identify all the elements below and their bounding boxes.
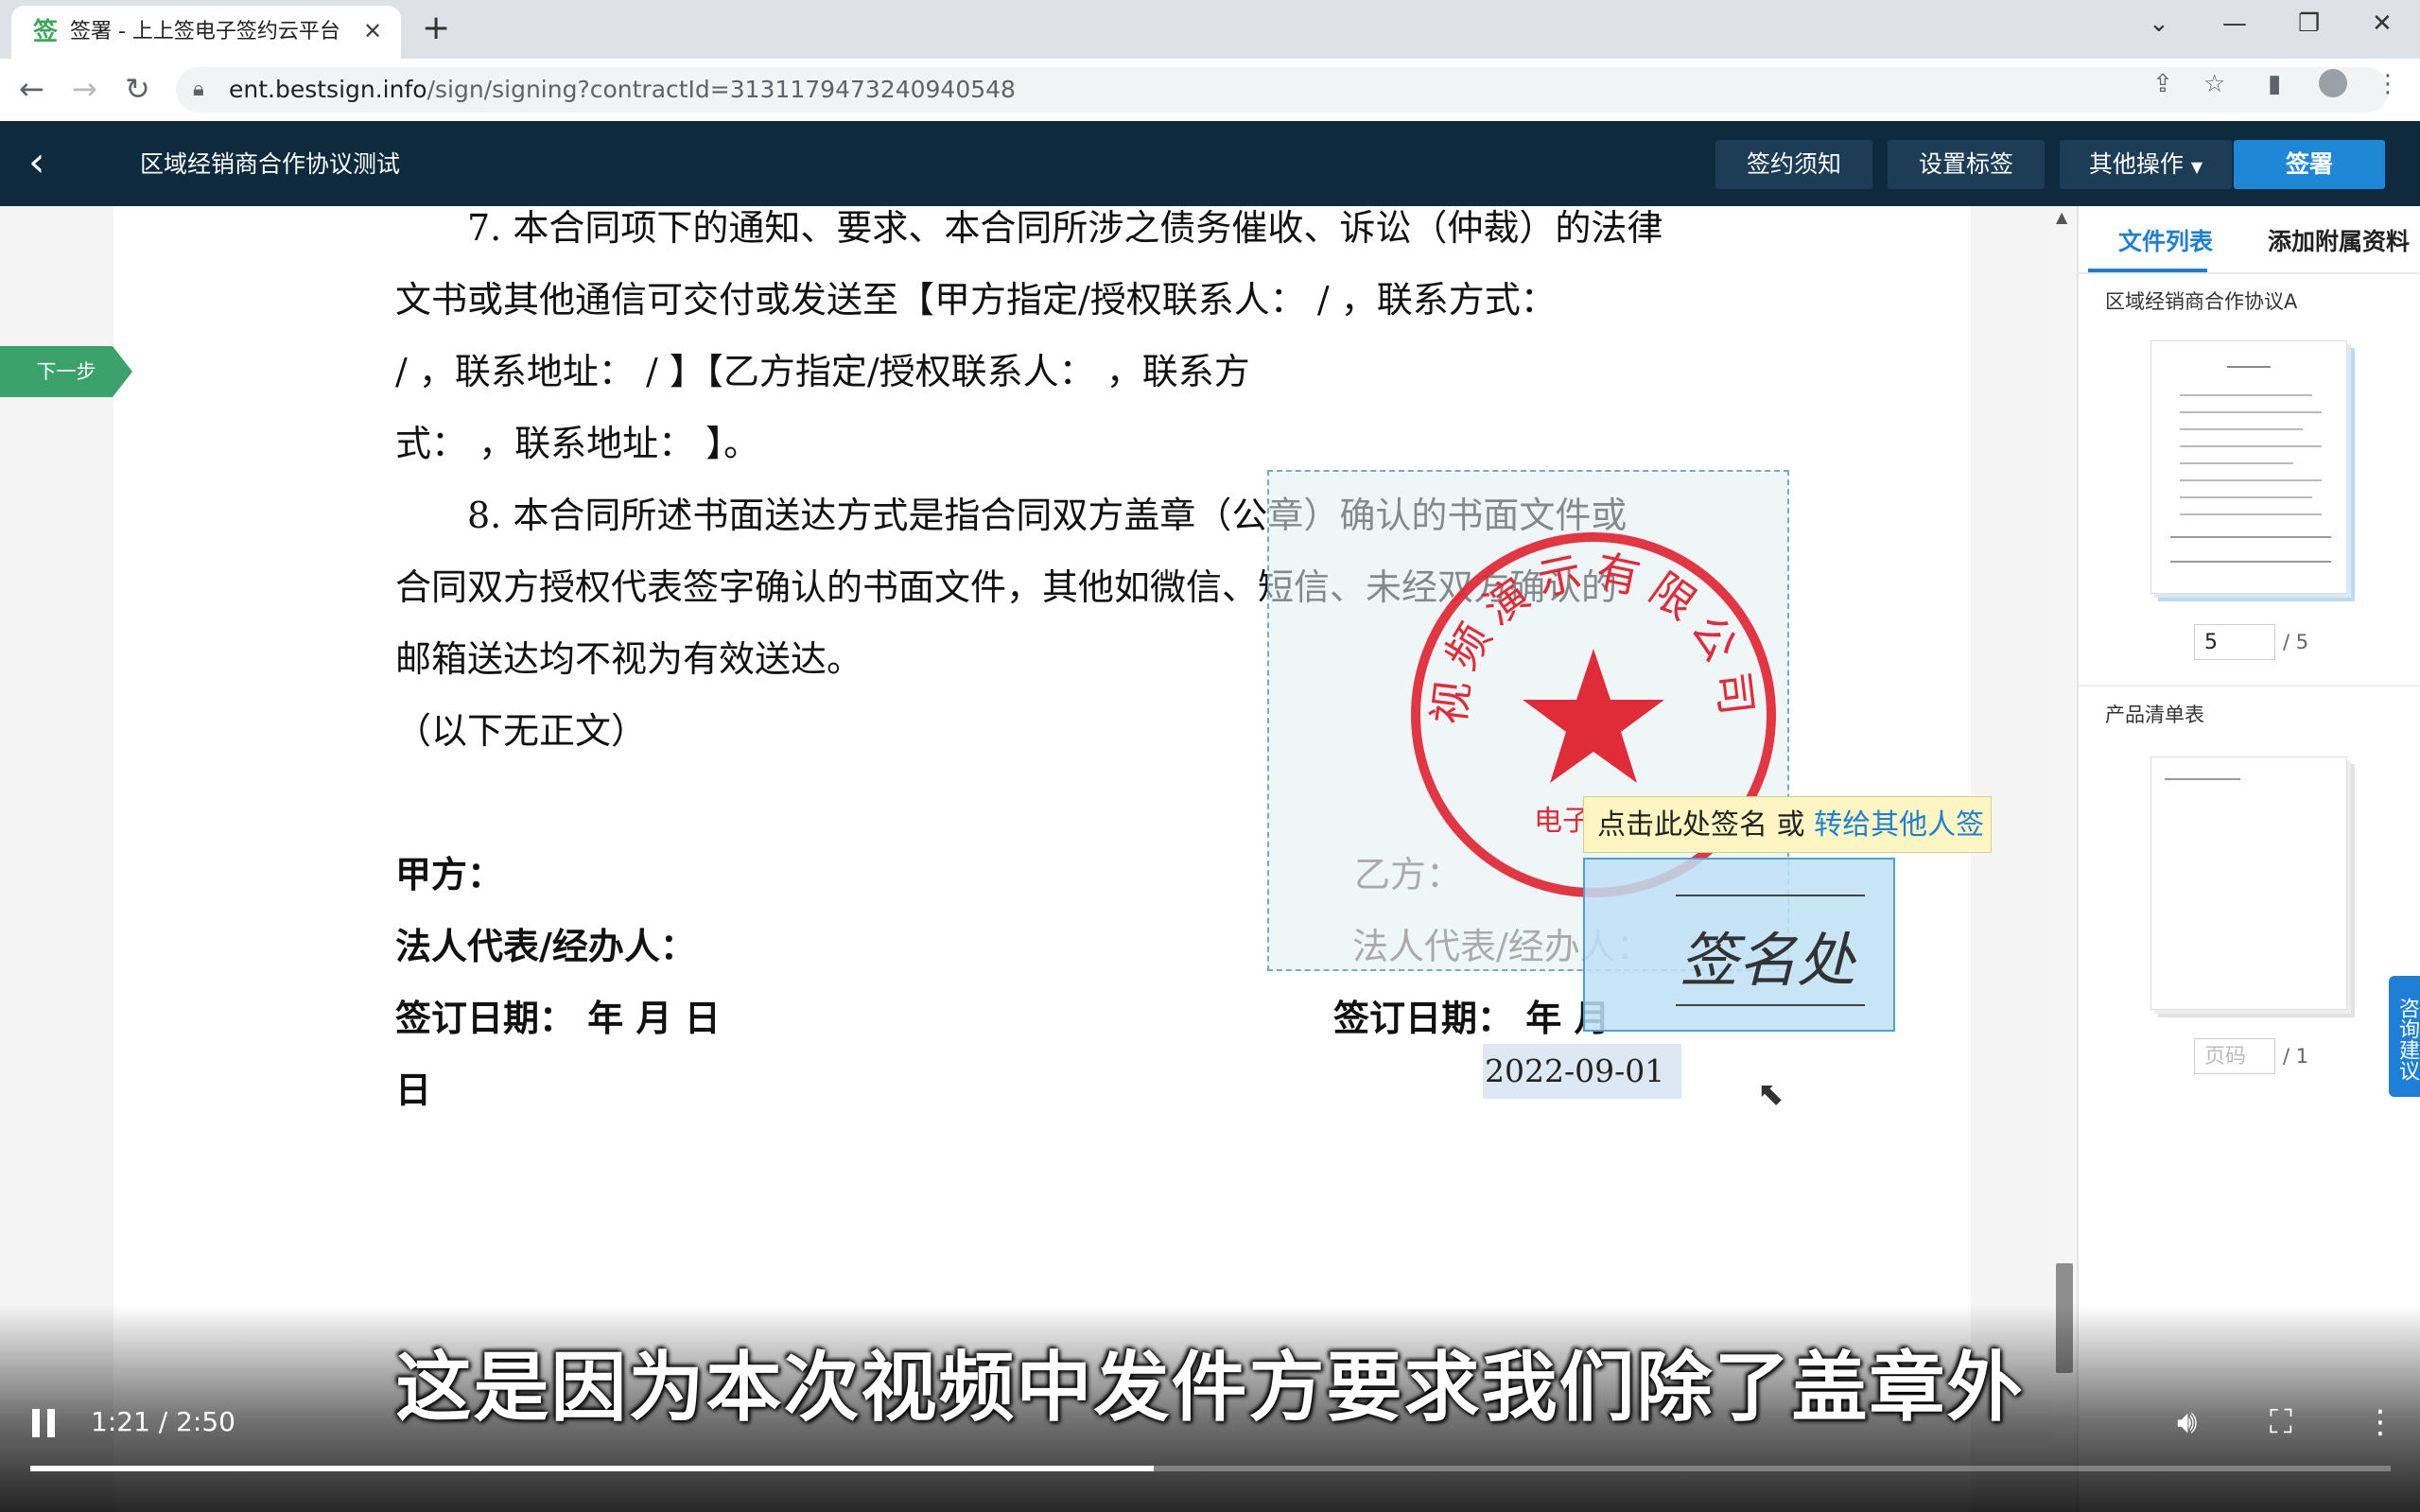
page-number-input-1[interactable]: 5	[2194, 624, 2275, 660]
video-time: 1:21 / 2:50	[91, 1406, 235, 1437]
side-panel-icon[interactable]: ▮	[2268, 70, 2281, 98]
signature-placeholder-text: 签名处	[1680, 926, 1857, 995]
url-host: ent.bestsign.info	[229, 76, 427, 103]
party-a-label: 甲方：	[395, 853, 504, 895]
lock-icon: 🔒︎	[193, 78, 204, 101]
sign-button[interactable]: 签署	[2234, 140, 2385, 189]
app-header: ‹ 区域经销商合作协议测试 签约须知 设置标签 其他操作 ▼ 签署	[0, 121, 2420, 206]
back-icon[interactable]: ←	[19, 72, 44, 106]
sign-date-a-day: 日	[395, 1069, 432, 1111]
close-window-icon[interactable]: ✕	[2372, 9, 2393, 38]
browser-tab[interactable]: 签 签署 - 上上签电子签约云平台 ✕	[11, 6, 401, 59]
consult-feedback-button[interactable]: 咨询建议	[2389, 976, 2420, 1097]
share-icon[interactable]: ⇪	[2152, 70, 2173, 98]
page-total-1: / 5	[2283, 631, 2309, 653]
forward-icon[interactable]: →	[72, 72, 97, 106]
browser-tabbar: 签 签署 - 上上签电子签约云平台 ✕ + ⌄ — ❐ ✕	[0, 0, 2420, 59]
tab-title: 签署 - 上上签电子签约云平台	[70, 20, 340, 43]
exit-fullscreen-icon[interactable]: ⛶	[2270, 1403, 2292, 1441]
mouse-cursor-icon: ⬉	[1757, 1075, 1785, 1113]
clause-8-line-3: 邮箱送达均不视为有效送达。	[395, 638, 863, 680]
signature-placeholder-graphic: 签名处	[1676, 895, 1865, 1006]
clause-7-line-1: 7. 本合同项下的通知、要求、本合同所涉之债务催收、诉讼（仲裁）的法律	[467, 207, 1663, 249]
browser-menu-icon[interactable]: ⋮	[2376, 70, 2400, 98]
scroll-up-arrow-icon[interactable]: ▲	[2056, 210, 2067, 225]
page-total-2: / 1	[2283, 1045, 2309, 1068]
signature-field[interactable]: 签名处	[1583, 858, 1895, 1032]
document-thumbnail-2[interactable]	[2150, 756, 2347, 1010]
document-scrollbar[interactable]	[2052, 206, 2077, 1445]
sign-date-b-label: 签订日期： 年 月	[1333, 997, 1610, 1039]
clause-7-line-2: 文书或其他通信可交付或发送至【甲方指定/授权联系人： / ，联系方式：	[395, 279, 1557, 321]
set-tag-button[interactable]: 设置标签	[1888, 140, 2045, 189]
sign-date-field[interactable]: 2022-09-01	[1483, 1044, 1681, 1099]
next-step-button[interactable]: 下一步	[0, 346, 132, 397]
new-tab-plus-icon[interactable]: +	[422, 11, 450, 45]
contract-title: 区域经销商合作协议测试	[140, 150, 401, 178]
clause-7-line-3: / ，联系地址： / 】【乙方指定/授权联系人： ，联系方	[395, 351, 1250, 392]
restore-icon[interactable]: ❐	[2298, 9, 2320, 38]
signing-notice-button[interactable]: 签约须知	[1715, 140, 1872, 189]
clause-7-line-4: 式： ，联系地址： 】。	[395, 423, 760, 464]
document-name-1: 区域经销商合作协议A	[2105, 290, 2298, 313]
site-favicon-icon: 签	[32, 18, 58, 46]
tab-divider	[2077, 272, 2420, 274]
url-text[interactable]: ent.bestsign.info/sign/signing?contractI…	[229, 76, 1016, 104]
tooltip-text: 点击此处签名 或	[1597, 808, 1815, 842]
video-progress-fill	[30, 1466, 1154, 1471]
profile-avatar[interactable]	[2319, 69, 2347, 97]
no-more-text: （以下无正文）	[395, 710, 648, 752]
seal-sub-text: 电子	[1534, 805, 1591, 838]
other-operations-label: 其他操作	[2088, 150, 2184, 178]
minimize-icon[interactable]: —	[2222, 9, 2247, 38]
page-number-input-2[interactable]: 页码	[2194, 1038, 2275, 1074]
tab-search-chevron-icon[interactable]: ⌄	[2149, 9, 2169, 38]
tab-close-icon[interactable]: ✕	[363, 17, 382, 45]
volume-icon[interactable]: 🔊︎	[2177, 1403, 2197, 1441]
legal-rep-a-label: 法人代表/经办人：	[395, 925, 696, 967]
active-tab-indicator	[2088, 269, 2207, 272]
document-thumbnail-1[interactable]	[2150, 340, 2347, 594]
video-subtitle: 这是因为本次视频中发件方要求我们除了盖章外	[395, 1344, 2025, 1432]
panel-divider	[2079, 685, 2420, 686]
caret-down-icon: ▼	[2190, 158, 2203, 176]
bookmark-star-icon[interactable]: ☆	[2203, 70, 2225, 98]
document-name-2: 产品清单表	[2105, 704, 2204, 726]
sign-here-tooltip: 点击此处签名 或 转给其他人签	[1583, 796, 1992, 853]
back-chevron-icon[interactable]: ‹	[28, 140, 45, 185]
other-operations-button[interactable]: 其他操作 ▼	[2060, 140, 2232, 189]
url-path: /sign/signing?contractId=313117947324094…	[427, 76, 1016, 103]
browser-toolbar: ← → ↻ 🔒︎ ent.bestsign.info/sign/signing?…	[0, 59, 2420, 122]
reload-icon[interactable]: ↻	[125, 72, 150, 106]
sign-date-a-label: 签订日期： 年 月 日	[395, 997, 721, 1039]
transfer-to-others-link[interactable]: 转给其他人签	[1814, 808, 1984, 842]
pause-icon[interactable]	[32, 1409, 57, 1437]
tab-add-attachments[interactable]: 添加附属资料	[2268, 225, 2410, 259]
address-bar[interactable]: 🔒︎ ent.bestsign.info/sign/signing?contra…	[176, 67, 2389, 113]
video-more-options-icon[interactable]: ⋮	[2364, 1403, 2396, 1441]
tab-file-list[interactable]: 文件列表	[2118, 225, 2213, 259]
